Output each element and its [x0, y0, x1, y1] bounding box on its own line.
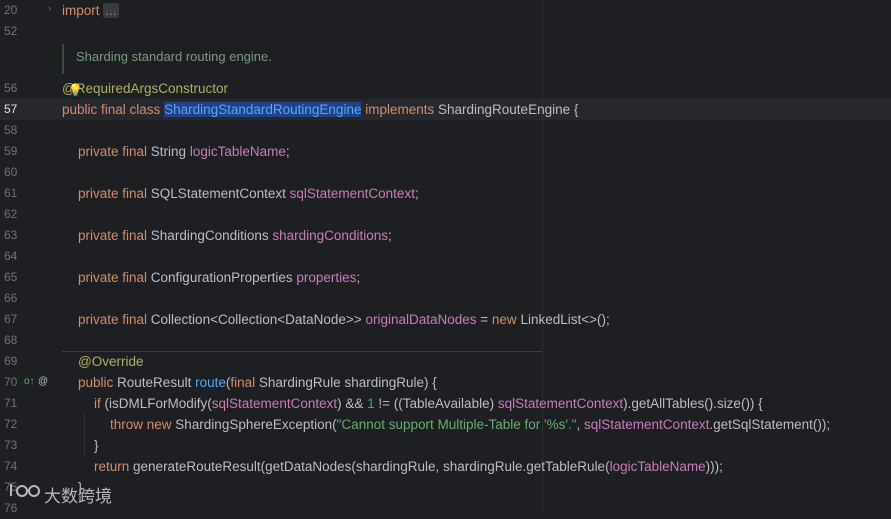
override-icon[interactable]: o↑ — [24, 376, 35, 387]
semicolon: ; — [414, 186, 419, 201]
method-modifier: public — [78, 375, 118, 390]
line-number: 61 — [4, 186, 18, 200]
line-number: 20 — [4, 3, 18, 17]
line-number: 66 — [4, 291, 18, 305]
method-name[interactable]: route — [195, 375, 226, 390]
field-name: originalDataNodes — [365, 312, 477, 327]
line-number: 74 — [4, 459, 18, 473]
string-literal: "Cannot support Multiple-Table for '%s'.… — [336, 417, 577, 432]
fold-expand-icon[interactable]: › — [48, 3, 51, 14]
code-line-throw: throw new ShardingSphereException("Canno… — [110, 414, 830, 435]
doc-comment-text: Sharding standard routing engine. — [76, 49, 272, 64]
assign-op: = — [476, 312, 492, 327]
line-number: 62 — [4, 207, 18, 221]
line-number: 73 — [4, 438, 18, 452]
field-type: SQLStatementContext — [150, 186, 290, 201]
code-line-import: import ... — [62, 0, 119, 21]
code-fragment: ).getAllTables().size()) { — [623, 396, 763, 411]
throw-keyword: throw new — [110, 417, 176, 432]
line-number: 56 — [4, 81, 18, 95]
field-name: properties — [296, 270, 357, 285]
class-keyword: public final class — [62, 102, 165, 117]
code-fragment: != ((TableAvailable) — [374, 396, 498, 411]
code-line-field: private final ConfigurationProperties pr… — [78, 267, 360, 288]
number-literal: 1 — [367, 396, 375, 411]
class-name-selected[interactable]: ShardingStandardRoutingEngine — [164, 102, 362, 117]
rendered-doc-comment[interactable]: Sharding standard routing engine. — [62, 44, 542, 74]
annotation-text: @RequiredArgsConstructor — [62, 81, 229, 96]
line-number: 68 — [4, 333, 18, 347]
field-type: Collection<Collection<DataNode>> — [150, 312, 366, 327]
code-line-field-collection: private final Collection<Collection<Data… — [78, 309, 610, 330]
code-line-close-brace: } — [94, 435, 99, 456]
field-ref: logicTableName — [609, 459, 706, 474]
code-fragment: .getSqlStatement()); — [709, 417, 831, 432]
field-modifier: private final — [78, 144, 151, 159]
code-line-return: return generateRouteResult(getDataNodes(… — [94, 456, 723, 477]
lightbulb-icon[interactable]: 💡 — [68, 83, 83, 97]
code-line-field: private final ShardingConditions shardin… — [78, 225, 392, 246]
semicolon: ; — [285, 144, 290, 159]
annotation-icon[interactable]: @ — [38, 376, 48, 387]
line-number: 60 — [4, 165, 18, 179]
field-modifier: private final — [78, 312, 151, 327]
field-modifier: private final — [78, 228, 151, 243]
return-keyword: return — [94, 459, 134, 474]
watermark-logo-icon — [10, 484, 40, 497]
code-fragment: ))); — [705, 459, 723, 474]
interface-name: ShardingRouteEngine { — [438, 102, 579, 117]
code-line-override: @Override — [78, 351, 143, 372]
code-line-if: if (isDMLForModify(sqlStatementContext) … — [94, 393, 763, 414]
field-type: ShardingConditions — [150, 228, 273, 243]
brace: } — [94, 438, 99, 453]
field-name: logicTableName — [189, 144, 286, 159]
comma: , — [576, 417, 585, 432]
line-number: 67 — [4, 312, 18, 326]
doc-comment-bar — [62, 44, 64, 74]
line-number-current: 57 — [4, 102, 18, 116]
field-modifier: private final — [78, 270, 151, 285]
line-number: 65 — [4, 270, 18, 284]
field-modifier: private final — [78, 186, 151, 201]
new-keyword: new — [491, 312, 521, 327]
line-number: 52 — [4, 24, 18, 38]
code-line-annotation: @RequiredArgsConstructor — [62, 78, 228, 99]
field-name: shardingConditions — [272, 228, 388, 243]
final-keyword: final — [230, 375, 259, 390]
line-number: 71 — [4, 396, 18, 410]
override-annotation: @Override — [78, 354, 144, 369]
line-number: 69 — [4, 354, 18, 368]
line-number: 76 — [4, 501, 18, 515]
field-name: sqlStatementContext — [289, 186, 415, 201]
field-type: ConfigurationProperties — [150, 270, 297, 285]
exception-class: ShardingSphereException( — [175, 417, 337, 432]
code-line-method-decl: public RouteResult route(final ShardingR… — [78, 372, 437, 393]
indent-guide — [84, 414, 85, 456]
folded-imports[interactable]: ... — [103, 3, 119, 18]
code-fragment: (isDMLForModify( — [104, 396, 212, 411]
watermark-text: 大数跨境 — [44, 487, 112, 506]
code-line-field: private final String logicTableName; — [78, 141, 290, 162]
code-line-class-decl: public final class ShardingStandardRouti… — [62, 99, 578, 120]
line-number: 59 — [4, 144, 18, 158]
return-type: RouteResult — [117, 375, 196, 390]
code-line-field: private final SQLStatementContext sqlSta… — [78, 183, 419, 204]
semicolon: ; — [387, 228, 392, 243]
field-ref: sqlStatementContext — [497, 396, 624, 411]
implements-keyword: implements — [361, 102, 438, 117]
line-number: 64 — [4, 249, 18, 263]
method-params: ShardingRule shardingRule) { — [258, 375, 437, 390]
line-number: 58 — [4, 123, 18, 137]
field-ref: sqlStatementContext — [211, 396, 338, 411]
code-fragment: generateRouteResult(getDataNodes(shardin… — [133, 459, 610, 474]
import-keyword: import — [62, 3, 100, 18]
semicolon: ; — [356, 270, 361, 285]
code-fragment: ) && — [337, 396, 368, 411]
line-number: 63 — [4, 228, 18, 242]
line-number: 72 — [4, 417, 18, 431]
constructor-call: LinkedList<>(); — [520, 312, 610, 327]
field-ref: sqlStatementContext — [584, 417, 710, 432]
if-keyword: if — [94, 396, 105, 411]
field-type: String — [150, 144, 190, 159]
